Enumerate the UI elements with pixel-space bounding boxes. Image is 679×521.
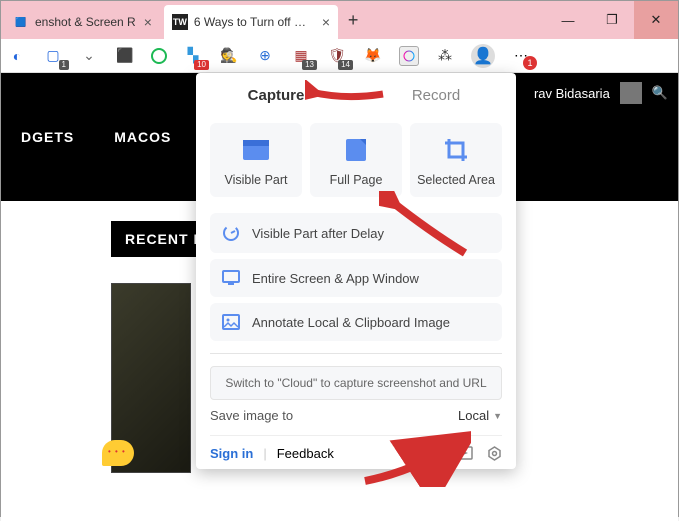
timer-icon (222, 224, 240, 242)
image-icon (222, 314, 240, 330)
favicon-1: 🟦 (13, 14, 29, 30)
selected-area-card[interactable]: Selected Area (410, 123, 502, 197)
close-tab-icon[interactable]: × (322, 14, 330, 30)
minimize-button[interactable]: — (546, 1, 590, 39)
search-icon[interactable]: 🔍 (652, 85, 668, 101)
new-tab-button[interactable]: + (338, 10, 368, 31)
separator (210, 353, 502, 354)
save-destination-dropdown[interactable]: Local ▼ (458, 408, 502, 423)
chevron-down-icon: ▼ (493, 411, 502, 421)
browser-tab-2[interactable]: TW 6 Ways to Turn off Direct Messag × (164, 5, 338, 39)
monitor-icon (222, 270, 240, 286)
maximize-button[interactable]: ❐ (590, 1, 634, 39)
crop-icon (414, 135, 498, 165)
menu-icon[interactable]: ⋯1 (511, 46, 531, 66)
nav-item[interactable]: MACOS (94, 129, 191, 145)
extension-icon[interactable]: ▚10 (183, 46, 203, 66)
screenshot-popup: Capture Record Visible Part Full Page Se… (196, 73, 516, 469)
annotation-arrow (305, 80, 385, 106)
window-close-button[interactable]: ✕ (634, 1, 678, 39)
extension-icon[interactable]: ◐ (7, 46, 27, 66)
annotate-row[interactable]: Annotate Local & Clipboard Image (210, 303, 502, 341)
tab-strip: 🟦 enshot & Screen R × TW 6 Ways to Turn … (1, 1, 678, 39)
extension-icon[interactable]: ⬛ (115, 46, 135, 66)
entire-screen-row[interactable]: Entire Screen & App Window (210, 259, 502, 297)
author-avatar (620, 82, 642, 104)
full-page-card[interactable]: Full Page (310, 123, 402, 197)
author-name: rav Bidasaria (534, 86, 610, 101)
card-label: Selected Area (417, 173, 495, 187)
favicon-2: TW (172, 14, 188, 30)
feedback-link[interactable]: Feedback (277, 446, 334, 461)
sign-in-link[interactable]: Sign in (210, 446, 253, 461)
profile-avatar[interactable]: 👤 (471, 44, 495, 68)
screenshot-extension-icon[interactable] (399, 46, 419, 66)
grammarly-icon[interactable] (151, 48, 167, 64)
nav-item[interactable]: DGETS (1, 129, 94, 145)
card-label: Full Page (330, 173, 383, 187)
card-label: Visible Part (225, 173, 288, 187)
browser-tab-1[interactable]: 🟦 enshot & Screen R × (5, 5, 160, 39)
extension-icon[interactable]: ⊕ (255, 46, 275, 66)
cloud-tip[interactable]: Switch to "Cloud" to capture screenshot … (210, 366, 502, 400)
metamask-icon[interactable]: 🦊 (363, 46, 383, 66)
annotation-arrow (379, 191, 469, 261)
extension-icon[interactable]: 🛡14 (327, 46, 347, 66)
close-tab-icon[interactable]: × (144, 14, 152, 30)
extension-icon[interactable]: 🕵️ (219, 46, 239, 66)
save-destination-row: Save image to Local ▼ (210, 408, 502, 423)
annotation-arrow (361, 431, 471, 487)
tab-title-1: enshot & Screen R (35, 15, 136, 29)
window-icon (214, 135, 298, 165)
visible-part-card[interactable]: Visible Part (210, 123, 302, 197)
extension-toolbar: ◐ ▢1 ⌄ ⬛ ▚10 🕵️ ⊕ ▦13 🛡14 🦊 ⁂ 👤 ⋯1 (1, 39, 678, 73)
window-controls: — ❐ ✕ (546, 1, 678, 39)
extension-icon[interactable]: ▦13 (291, 46, 311, 66)
settings-icon[interactable] (487, 446, 502, 461)
extensions-menu-icon[interactable]: ⁂ (435, 46, 455, 66)
post-thumbnail[interactable] (111, 283, 191, 473)
dest-value: Local (458, 408, 489, 423)
pocket-icon[interactable]: ⌄ (79, 46, 99, 66)
save-label: Save image to (210, 408, 293, 423)
row-label: Annotate Local & Clipboard Image (252, 315, 450, 330)
divider: | (263, 446, 266, 461)
row-label: Entire Screen & App Window (252, 271, 419, 286)
tab-title-2: 6 Ways to Turn off Direct Messag (194, 15, 314, 29)
row-label: Visible Part after Delay (252, 226, 384, 241)
extension-icon[interactable]: ▢1 (43, 46, 63, 66)
page-icon (314, 135, 398, 165)
chat-bubble-icon (102, 440, 134, 466)
